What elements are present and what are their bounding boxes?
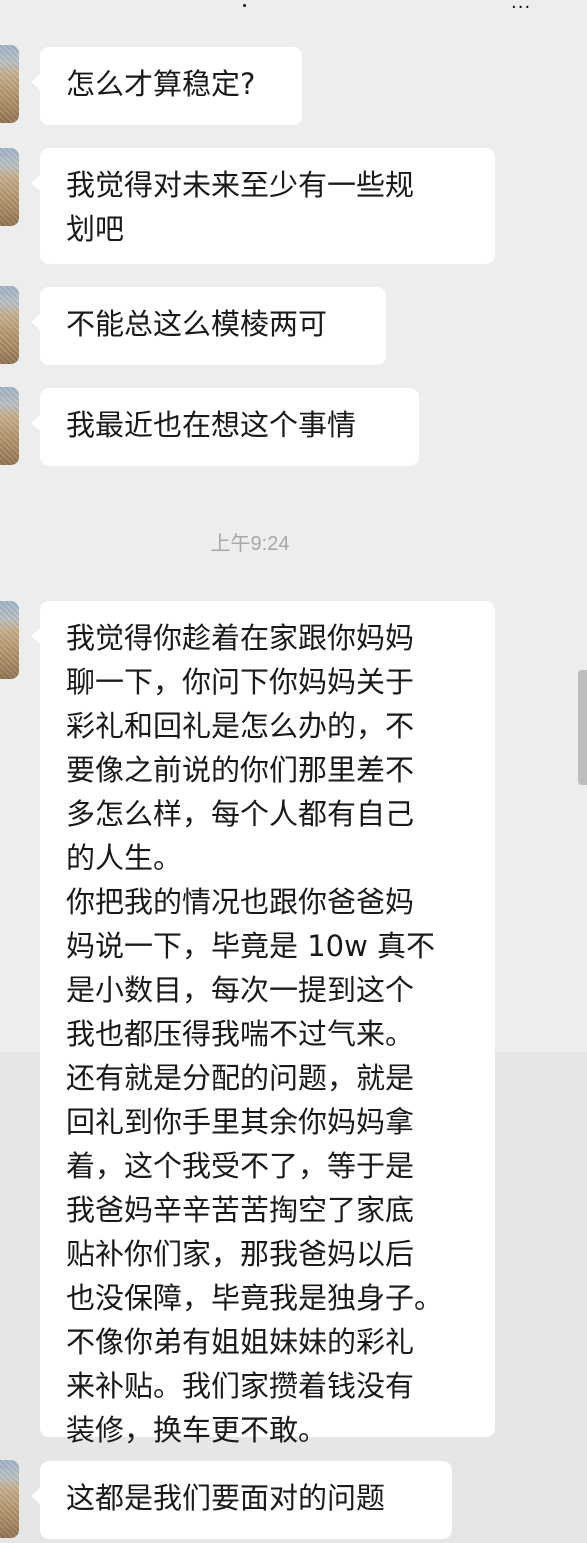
avatar[interactable] bbox=[0, 286, 19, 364]
avatar[interactable] bbox=[0, 1460, 19, 1538]
avatar[interactable] bbox=[0, 148, 19, 226]
message-timestamp: 上午9:24 bbox=[210, 533, 290, 555]
message-bubble[interactable]: 我最近也在想这个事情 bbox=[31, 388, 419, 466]
avatar[interactable] bbox=[0, 601, 19, 679]
message-bubble[interactable]: 这都是我们要面对的问题 bbox=[31, 1461, 452, 1539]
avatar[interactable] bbox=[0, 387, 19, 465]
message-bubble[interactable]: 我觉得你趁着在家跟你妈妈 聊一下，你问下你妈妈关于 彩礼和回礼是怎么办的，不 要… bbox=[31, 601, 495, 1447]
avatar[interactable] bbox=[0, 45, 19, 123]
message-bubble[interactable]: 不能总这么模棱两可 bbox=[31, 287, 386, 365]
message-bubble[interactable]: 怎么才算稳定? bbox=[31, 47, 302, 125]
more-icon[interactable]: ... bbox=[511, 0, 531, 12]
status-dot bbox=[243, 4, 246, 7]
top-bar-fragment: ... bbox=[0, 0, 587, 12]
chat-view: ... 怎么才算稳定? 我觉得对未来至少有一些规 划吧 不能总这么模棱两可 我最… bbox=[0, 0, 587, 1543]
scrollbar-thumb[interactable] bbox=[578, 670, 587, 785]
message-bubble[interactable]: 我觉得对未来至少有一些规 划吧 bbox=[31, 148, 495, 264]
